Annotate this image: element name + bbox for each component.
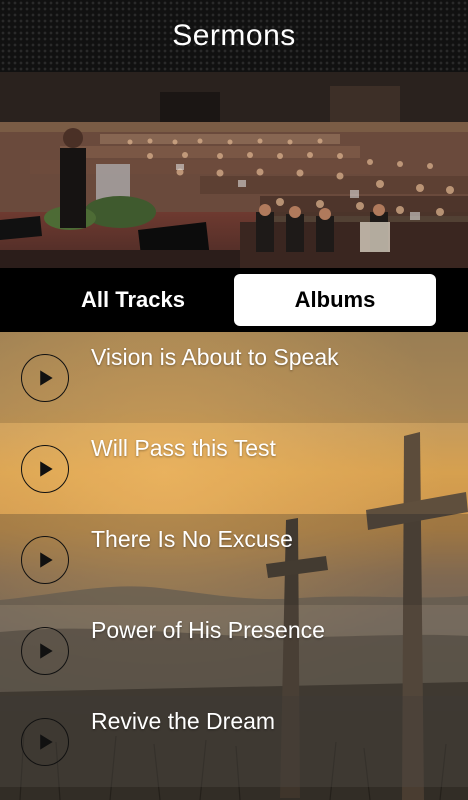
play-icon bbox=[40, 734, 53, 750]
tab-all-tracks[interactable]: All Tracks bbox=[32, 274, 234, 326]
track-row[interactable]: Will Pass this Test bbox=[0, 423, 468, 514]
play-icon bbox=[40, 370, 53, 386]
play-icon bbox=[40, 552, 53, 568]
track-row[interactable]: Vision is About to Speak bbox=[0, 332, 468, 423]
banner-photo bbox=[0, 72, 468, 268]
track-title: There Is No Excuse bbox=[91, 526, 293, 552]
track-title: Revive the Dream bbox=[91, 708, 276, 734]
track-row[interactable]: Revive the Dream bbox=[0, 696, 468, 787]
track-list[interactable]: Vision is About to Speak Will Pass this … bbox=[0, 332, 468, 800]
track-row[interactable]: There Is No Excuse bbox=[0, 514, 468, 605]
play-button[interactable] bbox=[21, 445, 69, 493]
play-icon bbox=[40, 643, 53, 659]
app-header: Sermons bbox=[0, 0, 468, 72]
play-button[interactable] bbox=[21, 536, 69, 584]
track-row[interactable]: Power of His Presence bbox=[0, 605, 468, 696]
play-button[interactable] bbox=[21, 354, 69, 402]
track-title: Power of His Presence bbox=[91, 617, 325, 643]
play-button[interactable] bbox=[21, 627, 69, 675]
tab-bar: All Tracks Albums bbox=[0, 268, 468, 332]
play-button[interactable] bbox=[21, 718, 69, 766]
play-icon bbox=[40, 461, 53, 477]
tab-albums[interactable]: Albums bbox=[234, 274, 436, 326]
track-title: Will Pass this Test bbox=[91, 435, 276, 461]
page-title: Sermons bbox=[172, 19, 296, 52]
track-title: Vision is About to Speak bbox=[91, 344, 339, 370]
